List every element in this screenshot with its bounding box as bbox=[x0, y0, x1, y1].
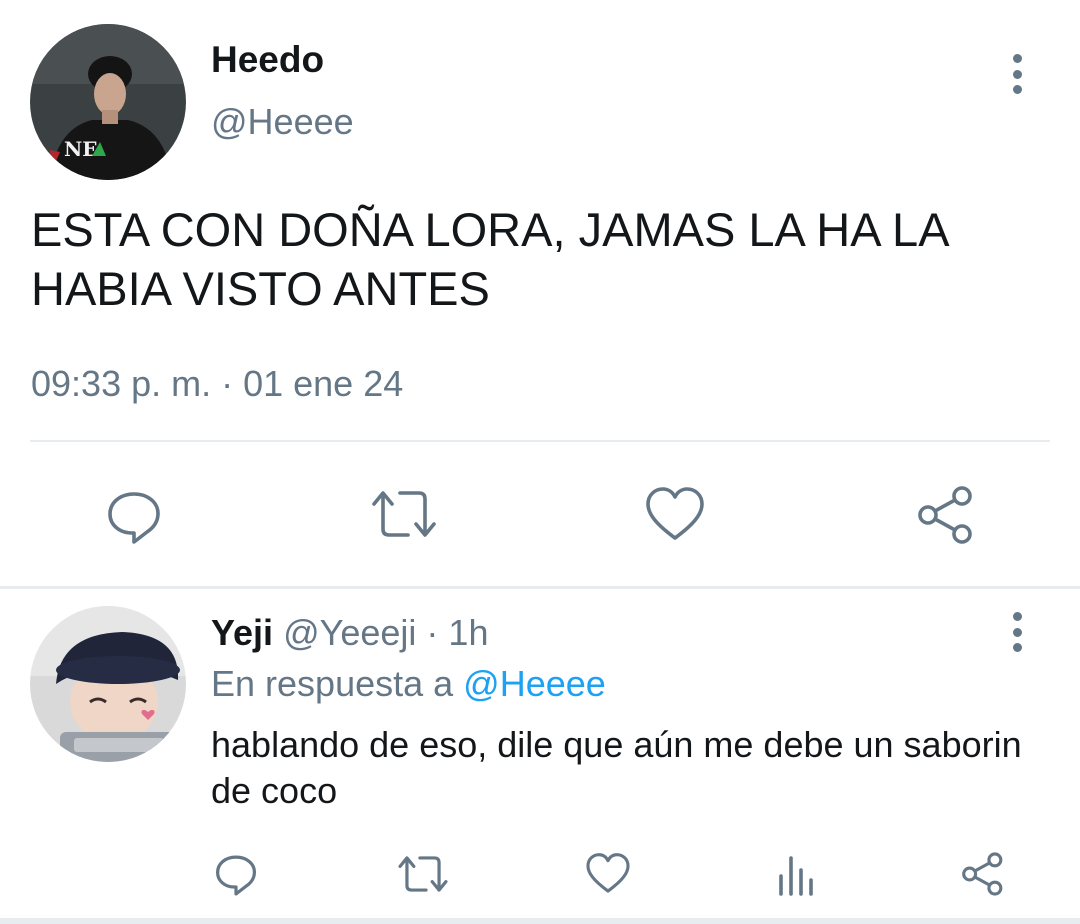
reply-icon bbox=[215, 855, 257, 896]
share-icon bbox=[962, 852, 1003, 896]
tweet-text: hablando de eso, dile que aún me debe un… bbox=[211, 724, 1022, 811]
reply-to-handle-link[interactable]: @Heeee bbox=[463, 663, 606, 704]
reply-button[interactable] bbox=[102, 484, 166, 548]
retweet-button[interactable] bbox=[370, 484, 438, 544]
more-dot-icon bbox=[1012, 54, 1022, 63]
reply-button[interactable] bbox=[212, 850, 260, 898]
separator: · bbox=[426, 612, 439, 653]
like-icon bbox=[646, 487, 704, 540]
reply-icon bbox=[108, 492, 160, 544]
tweet-timestamp[interactable]: 09:33 p. m. · 01 ene 24 bbox=[31, 362, 403, 406]
like-icon bbox=[586, 853, 630, 893]
avatar[interactable] bbox=[30, 606, 186, 762]
author-handle[interactable]: @Heeee bbox=[211, 100, 354, 144]
author-name[interactable]: Heedo bbox=[211, 38, 324, 82]
more-options-button[interactable] bbox=[1003, 54, 1031, 94]
avatar-logo-text: NE bbox=[64, 137, 98, 161]
avatar-image bbox=[30, 606, 186, 762]
retweet-icon bbox=[398, 856, 448, 892]
share-button[interactable] bbox=[958, 850, 1008, 898]
reply-to-label: En respuesta a bbox=[211, 663, 454, 704]
more-dot-icon bbox=[1012, 627, 1022, 637]
share-button[interactable] bbox=[914, 484, 978, 546]
tweet-time[interactable]: 1h bbox=[448, 612, 488, 653]
author-handle[interactable]: @Yeeeji bbox=[283, 612, 416, 653]
more-options-button[interactable] bbox=[1003, 612, 1031, 652]
divider bbox=[0, 918, 1080, 924]
avatar-image: NE bbox=[30, 24, 186, 180]
more-dot-icon bbox=[1012, 643, 1022, 652]
divider bbox=[0, 586, 1080, 589]
retweet-button[interactable] bbox=[396, 850, 450, 898]
analytics-icon bbox=[779, 856, 813, 896]
like-button[interactable] bbox=[644, 484, 706, 546]
retweet-icon bbox=[372, 491, 436, 537]
more-dot-icon bbox=[1012, 69, 1022, 79]
share-icon bbox=[918, 486, 972, 544]
avatar[interactable]: NE bbox=[30, 24, 186, 180]
tweet-text: ESTA CON DOÑA LORA, JAMAS LA HA LA HABIA… bbox=[31, 203, 947, 315]
reply-context: En respuesta a @Heeee bbox=[211, 661, 606, 707]
divider bbox=[30, 440, 1050, 442]
analytics-button[interactable] bbox=[774, 850, 818, 898]
reply-header: Yeji @Yeeeji · 1h bbox=[211, 610, 488, 656]
more-dot-icon bbox=[1012, 612, 1022, 621]
more-dot-icon bbox=[1012, 85, 1022, 94]
author-name[interactable]: Yeji bbox=[211, 612, 273, 653]
like-button[interactable] bbox=[584, 850, 632, 898]
